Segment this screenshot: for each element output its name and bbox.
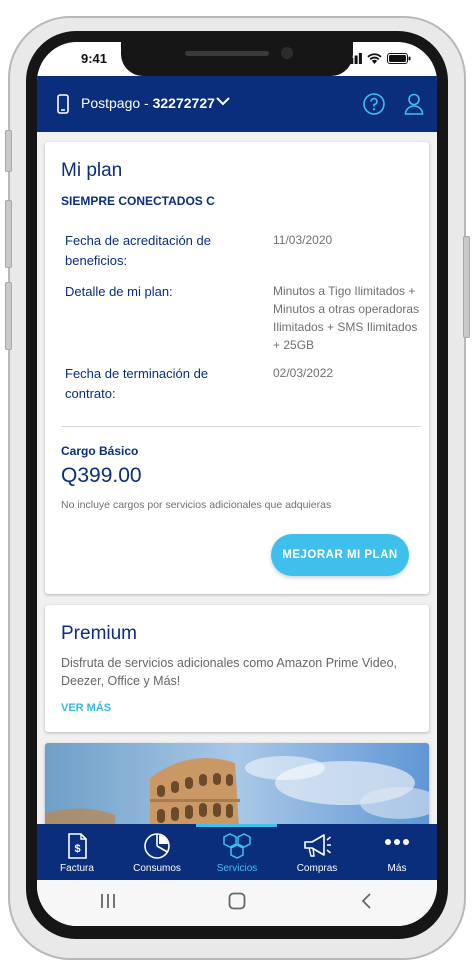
accreditation-date-value: 11/03/2020 bbox=[273, 233, 333, 247]
premium-card: Premium Disfruta de servicios adicionale… bbox=[45, 605, 429, 732]
colosseum-image bbox=[45, 743, 429, 834]
tab-factura[interactable]: $ Factura bbox=[37, 824, 117, 880]
line-selector[interactable]: Postpago - 32272727 bbox=[81, 95, 215, 111]
tab-consumos[interactable]: Consumos bbox=[117, 824, 197, 880]
base-charge-note: No incluye cargos por servicios adiciona… bbox=[61, 499, 332, 511]
plan-name: SIEMPRE CONECTADOS C bbox=[61, 194, 215, 208]
svg-text:$: $ bbox=[74, 843, 80, 855]
status-icons bbox=[346, 53, 411, 64]
base-charge-price: Q399.00 bbox=[61, 464, 142, 487]
my-plan-title: Mi plan bbox=[61, 160, 123, 181]
user-icon[interactable] bbox=[404, 93, 424, 115]
plan-detail-label: Detalle de mi plan: bbox=[65, 284, 173, 299]
phone-side-button bbox=[5, 130, 12, 172]
status-time: 9:41 bbox=[81, 51, 108, 66]
tab-label: Más bbox=[387, 863, 407, 874]
phone-number: 32272727 bbox=[152, 95, 215, 111]
premium-title: Premium bbox=[61, 623, 138, 644]
divider bbox=[61, 426, 421, 427]
contract-end-label: Fecha de terminación de contrato: bbox=[65, 366, 209, 401]
tab-servicios[interactable]: Servicios bbox=[197, 824, 277, 880]
base-charge-label: Cargo Básico bbox=[61, 444, 139, 458]
phone-screen: 9:41 Postpago - 32272727 Mi plan SIEMPRE… bbox=[37, 42, 437, 926]
pie-chart-icon bbox=[144, 833, 170, 859]
upgrade-plan-button[interactable]: MEJORAR MI PLAN bbox=[271, 534, 409, 576]
plan-detail-value: Minutos a Tigo Ilimitados + Minutos a ot… bbox=[273, 284, 420, 352]
tab-label: Compras bbox=[296, 863, 338, 874]
wifi-icon bbox=[367, 53, 382, 64]
home-icon[interactable] bbox=[228, 892, 246, 910]
contract-end-value: 02/03/2022 bbox=[273, 366, 334, 380]
battery-icon bbox=[387, 53, 411, 64]
chevron-down-icon[interactable] bbox=[215, 95, 231, 107]
more-dots-icon bbox=[385, 839, 409, 845]
hexagons-icon bbox=[223, 833, 251, 859]
app-header: Postpago - 32272727 bbox=[37, 76, 437, 132]
phone-side-button bbox=[463, 236, 470, 338]
plan-type-label: Postpago - bbox=[81, 95, 153, 111]
premium-description: Disfruta de servicios adicionales como A… bbox=[61, 656, 398, 688]
back-icon[interactable] bbox=[359, 892, 373, 910]
tab-label: Servicios bbox=[216, 863, 258, 874]
megaphone-icon bbox=[304, 834, 331, 857]
accreditation-date-label: Fecha de acreditación de beneficios: bbox=[65, 233, 211, 268]
promo-banner[interactable] bbox=[45, 743, 429, 834]
main-content[interactable]: Mi plan SIEMPRE CONECTADOS C Fecha de ac… bbox=[37, 132, 437, 834]
tab-mas[interactable]: Más bbox=[357, 824, 437, 880]
notch bbox=[121, 42, 353, 76]
speaker bbox=[185, 51, 269, 56]
system-nav-bar bbox=[37, 880, 437, 926]
tab-label: Consumos bbox=[133, 863, 181, 874]
camera bbox=[281, 47, 293, 59]
smartphone-icon bbox=[57, 94, 69, 114]
tab-compras[interactable]: Compras bbox=[277, 824, 357, 880]
phone-side-button bbox=[5, 282, 12, 350]
phone-side-button bbox=[5, 200, 12, 268]
my-plan-card: Mi plan SIEMPRE CONECTADOS C Fecha de ac… bbox=[45, 142, 429, 594]
tab-label: Factura bbox=[60, 863, 94, 874]
invoice-icon: $ bbox=[68, 833, 87, 859]
recent-apps-icon[interactable] bbox=[99, 892, 117, 910]
bottom-tab-bar: $ Factura Consumos Servicios Compras Más bbox=[37, 824, 437, 880]
help-circle-icon[interactable] bbox=[363, 93, 385, 115]
see-more-link[interactable]: VER MÁS bbox=[61, 702, 111, 714]
